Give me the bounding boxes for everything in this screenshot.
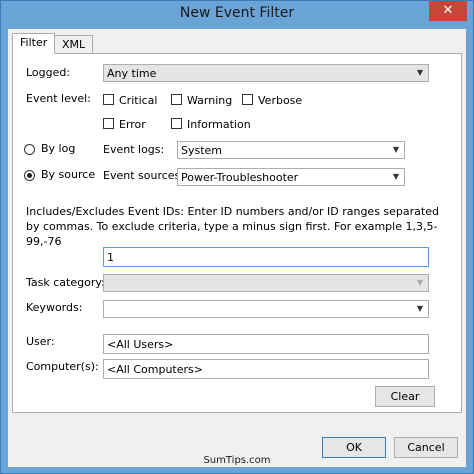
event-sources-label: Event sources: bbox=[103, 169, 184, 182]
watermark: SumTips.com bbox=[203, 455, 271, 466]
event-logs-value: System bbox=[181, 144, 223, 157]
tab-filter[interactable]: Filter bbox=[12, 33, 56, 54]
logged-dropdown[interactable]: Any time ▼ bbox=[103, 64, 429, 82]
close-button[interactable]: ✕ bbox=[429, 1, 467, 21]
keywords-dropdown[interactable]: ▼ bbox=[103, 300, 429, 318]
chevron-down-icon: ▼ bbox=[416, 278, 424, 287]
event-sources-value: Power-Troubleshooter bbox=[181, 171, 299, 184]
chevron-down-icon: ▼ bbox=[416, 304, 424, 313]
close-icon: ✕ bbox=[442, 3, 454, 18]
user-value: <All Users> bbox=[107, 338, 174, 351]
information-label: Information bbox=[187, 118, 251, 131]
task-category-label: Task category: bbox=[26, 276, 105, 289]
critical-checkbox[interactable] bbox=[103, 94, 114, 105]
task-category-dropdown[interactable]: ▼ bbox=[103, 274, 429, 292]
critical-label: Critical bbox=[119, 94, 158, 107]
radio-selected-dot bbox=[27, 173, 32, 178]
user-input[interactable]: <All Users> bbox=[103, 334, 429, 354]
event-logs-dropdown[interactable]: System ▼ bbox=[177, 141, 405, 159]
error-checkbox[interactable] bbox=[103, 118, 114, 129]
keywords-label: Keywords: bbox=[26, 301, 83, 314]
computers-input[interactable]: <All Computers> bbox=[103, 359, 429, 379]
by-log-label: By log bbox=[41, 142, 76, 155]
event-sources-dropdown[interactable]: Power-Troubleshooter ▼ bbox=[177, 168, 405, 186]
title-bar[interactable]: New Event Filter ✕ bbox=[1, 1, 473, 27]
event-ids-input[interactable]: 1 bbox=[103, 247, 429, 267]
warning-label: Warning bbox=[187, 94, 233, 107]
event-ids-value: 1 bbox=[107, 251, 114, 264]
window-title: New Event Filter bbox=[179, 5, 295, 21]
verbose-checkbox[interactable] bbox=[242, 94, 253, 105]
computers-value: <All Computers> bbox=[107, 363, 203, 376]
event-level-label: Event level: bbox=[26, 92, 91, 105]
user-label: User: bbox=[26, 335, 55, 348]
chevron-down-icon: ▼ bbox=[392, 145, 400, 154]
verbose-label: Verbose bbox=[258, 94, 303, 107]
chevron-down-icon: ▼ bbox=[392, 172, 400, 181]
by-log-radio[interactable] bbox=[24, 144, 35, 155]
event-ids-description: Includes/Excludes Event IDs: Enter ID nu… bbox=[26, 205, 439, 248]
warning-checkbox[interactable] bbox=[171, 94, 182, 105]
by-source-radio[interactable] bbox=[24, 170, 35, 181]
logged-value: Any time bbox=[107, 67, 157, 80]
dialog-client: Filter XML Logged: Any time ▼ Event leve… bbox=[8, 29, 466, 467]
tab-xml[interactable]: XML bbox=[54, 35, 94, 53]
clear-button[interactable]: Clear bbox=[375, 386, 435, 407]
event-logs-label: Event logs: bbox=[103, 143, 165, 156]
error-label: Error bbox=[119, 118, 146, 131]
logged-label: Logged: bbox=[26, 66, 71, 79]
event-filter-window: New Event Filter ✕ Filter XML Logged: An… bbox=[0, 0, 474, 474]
chevron-down-icon: ▼ bbox=[416, 68, 424, 77]
by-source-label: By source bbox=[41, 168, 96, 181]
information-checkbox[interactable] bbox=[171, 118, 182, 129]
computers-label: Computer(s): bbox=[26, 360, 99, 373]
filter-panel: Logged: Any time ▼ Event level: Critical… bbox=[12, 53, 462, 413]
